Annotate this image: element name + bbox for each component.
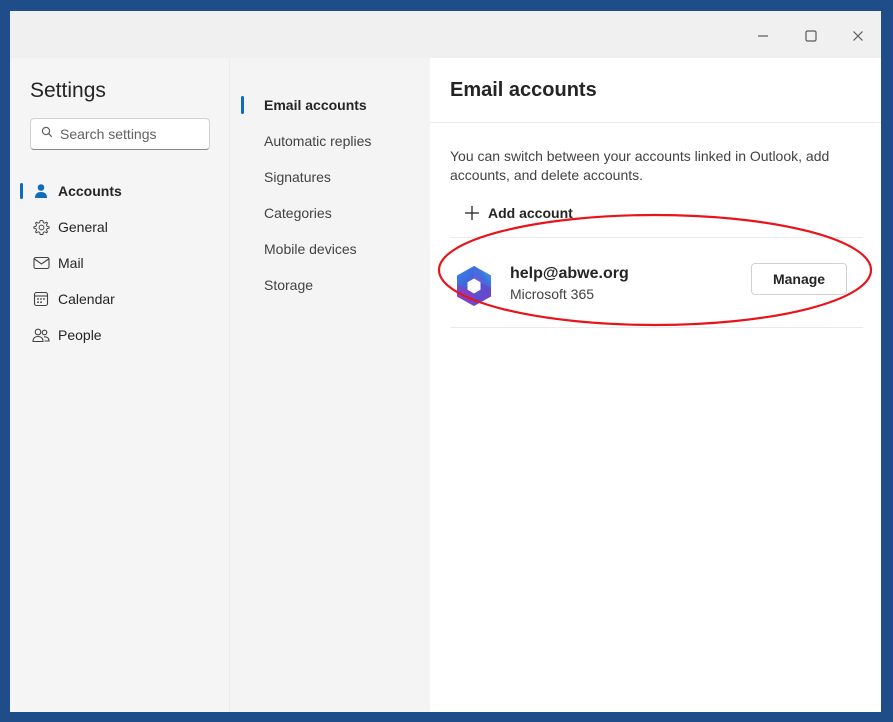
subnav-item-categories[interactable]: Categories bbox=[241, 198, 421, 228]
sidebar-item-label: Mail bbox=[58, 255, 84, 271]
email-accounts-panel: Email accounts You can switch between yo… bbox=[430, 58, 881, 712]
add-account-button[interactable]: Add account bbox=[463, 198, 573, 228]
sidebar-item-label: Accounts bbox=[58, 183, 122, 199]
manage-button[interactable]: Manage bbox=[751, 263, 847, 295]
minimize-icon bbox=[756, 29, 770, 43]
active-indicator bbox=[20, 183, 23, 199]
sidebar-item-general[interactable]: General bbox=[20, 211, 220, 243]
sidebar-item-label: General bbox=[58, 219, 108, 235]
sidebar-item-label: People bbox=[58, 327, 102, 343]
calendar-icon bbox=[32, 290, 50, 308]
subnav-item-label: Email accounts bbox=[264, 97, 367, 113]
subnav-item-email-accounts[interactable]: Email accounts bbox=[241, 90, 421, 120]
people-icon bbox=[32, 326, 50, 344]
sidebar-item-label: Calendar bbox=[58, 291, 115, 307]
subnav-item-signatures[interactable]: Signatures bbox=[241, 162, 421, 192]
close-icon bbox=[851, 29, 865, 43]
subnav-item-label: Categories bbox=[264, 205, 332, 221]
row-divider bbox=[450, 237, 863, 238]
sidebar-item-calendar[interactable]: Calendar bbox=[20, 283, 220, 315]
header-divider bbox=[430, 122, 881, 123]
title-bar bbox=[10, 11, 881, 58]
subnav-item-mobile-devices[interactable]: Mobile devices bbox=[241, 234, 421, 264]
account-type: Microsoft 365 bbox=[510, 286, 595, 302]
settings-sidebar: Settings Accounts General Mail bbox=[10, 58, 229, 712]
sidebar-item-mail[interactable]: Mail bbox=[20, 247, 220, 279]
minimize-button[interactable] bbox=[750, 23, 776, 49]
search-input[interactable] bbox=[60, 126, 200, 142]
settings-title: Settings bbox=[30, 79, 106, 102]
subnav-item-label: Mobile devices bbox=[264, 241, 357, 257]
sidebar-item-people[interactable]: People bbox=[20, 319, 220, 351]
maximize-button[interactable] bbox=[798, 23, 824, 49]
maximize-icon bbox=[804, 29, 818, 43]
page-title: Email accounts bbox=[450, 79, 597, 101]
accounts-subnav: Email accounts Automatic replies Signatu… bbox=[229, 58, 430, 712]
close-button[interactable] bbox=[845, 23, 871, 49]
subnav-item-label: Storage bbox=[264, 277, 314, 293]
person-icon bbox=[32, 182, 50, 200]
search-box[interactable] bbox=[30, 118, 210, 150]
search-icon bbox=[41, 125, 53, 143]
subnav-item-automatic-replies[interactable]: Automatic replies bbox=[241, 126, 421, 156]
subnav-item-label: Signatures bbox=[264, 169, 331, 185]
subnav-item-label: Automatic replies bbox=[264, 133, 372, 149]
outlook-settings-window: Settings Accounts General Mail bbox=[10, 11, 881, 712]
gear-icon bbox=[32, 218, 50, 236]
description-text: You can switch between your accounts lin… bbox=[450, 148, 830, 183]
sidebar-item-accounts[interactable]: Accounts bbox=[20, 175, 220, 207]
row-divider bbox=[450, 327, 863, 328]
plus-icon bbox=[463, 204, 481, 222]
add-account-label: Add account bbox=[488, 205, 573, 221]
subnav-item-storage[interactable]: Storage bbox=[241, 270, 421, 300]
active-indicator bbox=[241, 96, 244, 114]
microsoft-365-logo bbox=[453, 264, 495, 308]
mail-icon bbox=[32, 254, 50, 272]
account-email: help@abwe.org bbox=[510, 265, 629, 282]
